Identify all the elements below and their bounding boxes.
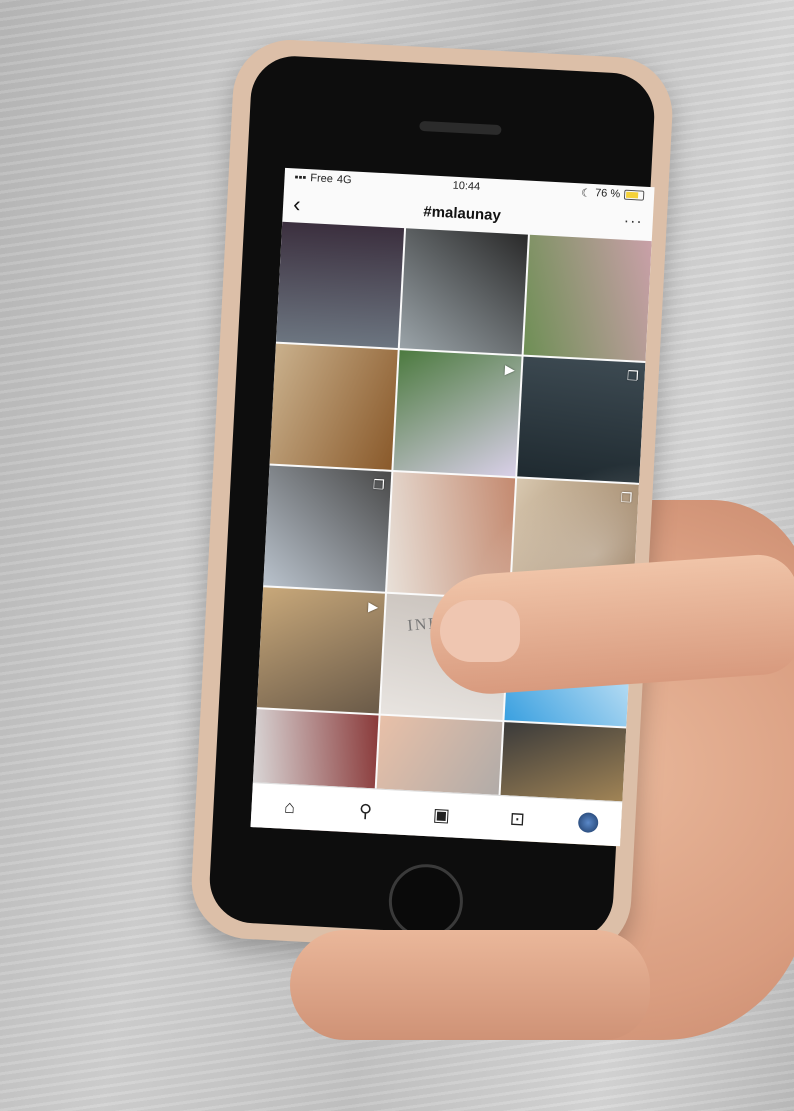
carousel-icon: ❐ <box>372 476 386 493</box>
smartphone: ▪▪▪ Free 4G 10:44 ☾ 76 % ‹ #malaunay ···… <box>188 37 676 959</box>
tile-greenhouse-video[interactable]: ▶ <box>393 350 522 477</box>
battery-fill <box>625 191 639 199</box>
profile-avatar-icon[interactable] <box>577 812 599 834</box>
thumbnail <box>440 600 520 662</box>
tile-person[interactable] <box>275 221 405 349</box>
clock: 10:44 <box>452 179 481 194</box>
home-button[interactable] <box>387 862 465 941</box>
tile-wood-video[interactable]: ▶ <box>256 587 385 714</box>
lower-fingers <box>290 930 650 1040</box>
earpiece-speaker <box>419 120 502 136</box>
phone-bezel: ▪▪▪ Free 4G 10:44 ☾ 76 % ‹ #malaunay ···… <box>207 54 657 942</box>
chevron-left-icon[interactable]: ‹ <box>293 191 302 216</box>
tile-food-truck[interactable] <box>399 228 528 355</box>
more-dots-icon[interactable]: ··· <box>623 213 643 232</box>
play-icon: ▶ <box>504 361 516 378</box>
tile-eiffel-tower[interactable]: ❐ <box>263 465 392 592</box>
moon-icon: ☾ <box>580 186 592 200</box>
home-icon[interactable]: ⌂ <box>274 796 305 819</box>
carrier-info: ▪▪▪ Free 4G <box>294 171 352 186</box>
play-icon: ▶ <box>367 598 379 615</box>
tile-man-hat[interactable] <box>269 343 398 470</box>
page-title: #malaunay <box>422 202 502 224</box>
tile-garden[interactable] <box>523 234 652 361</box>
search-icon[interactable]: ⚲ <box>350 800 381 823</box>
reels-icon[interactable]: ▣ <box>426 804 457 827</box>
carrier-name: Free <box>309 172 334 186</box>
battery-percent: 76 % <box>594 187 621 201</box>
signal-icon: ▪▪▪ <box>294 171 307 184</box>
carousel-icon: ❐ <box>626 368 640 384</box>
phone-screen: ▪▪▪ Free 4G 10:44 ☾ 76 % ‹ #malaunay ···… <box>250 167 655 847</box>
battery-icon <box>623 189 645 201</box>
network-type: 4G <box>336 173 352 187</box>
shop-icon[interactable]: ⊡ <box>502 808 533 831</box>
battery-info: ☾ 76 % <box>581 186 645 202</box>
